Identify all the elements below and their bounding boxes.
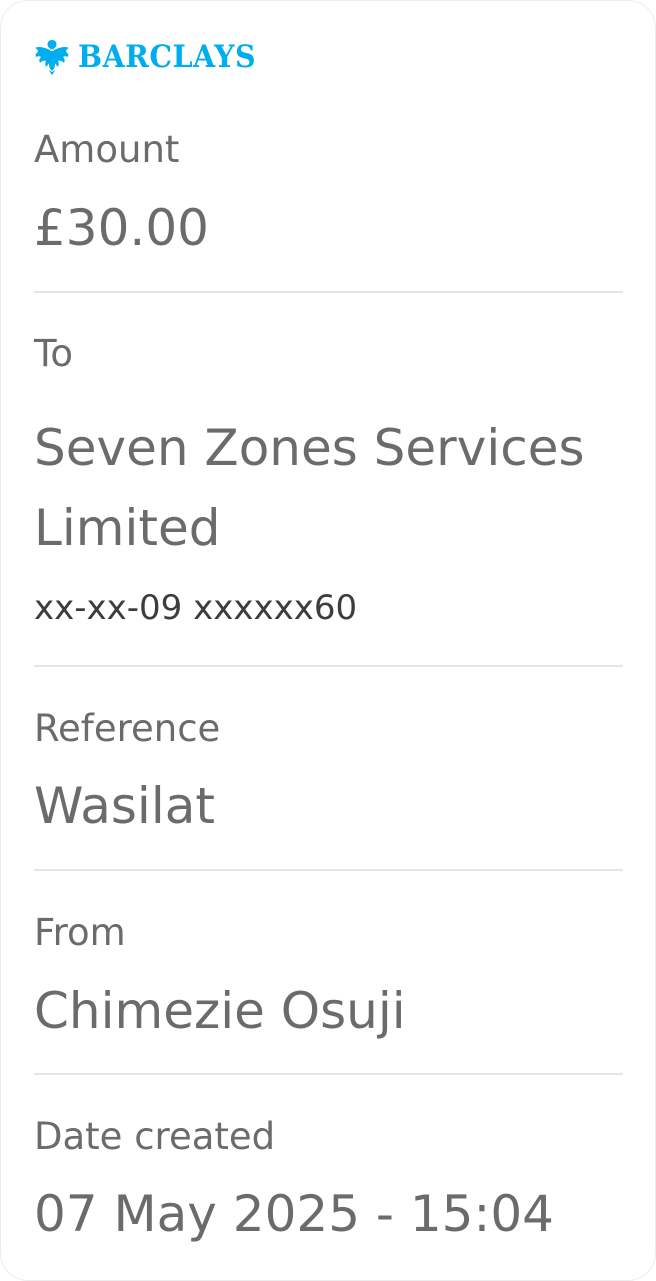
amount-label: Amount [34,128,180,171]
brand-name: BARCLAYS [78,38,257,75]
divider [34,665,623,667]
divider [34,1073,623,1075]
divider [34,869,623,871]
recipient-account: xx-xx-09 xxxxxx60 [34,588,358,628]
to-label: To [34,332,73,375]
date-created-label: Date created [34,1115,276,1158]
amount-value: £30.00 [34,199,209,257]
from-label: From [34,911,126,954]
eagle-icon [35,40,69,75]
from-value: Chimezie Osuji [34,982,406,1040]
barclays-logo: BARCLAYS [34,37,272,77]
divider [34,291,623,293]
date-created-value: 07 May 2025 - 15:04 [34,1185,554,1243]
reference-value: Wasilat [34,777,215,835]
recipient-name: Seven Zones Services Limited [34,419,585,557]
reference-label: Reference [34,707,221,750]
payment-receipt-card: BARCLAYS Amount £30.00 To Seven Zones Se… [0,0,656,1281]
